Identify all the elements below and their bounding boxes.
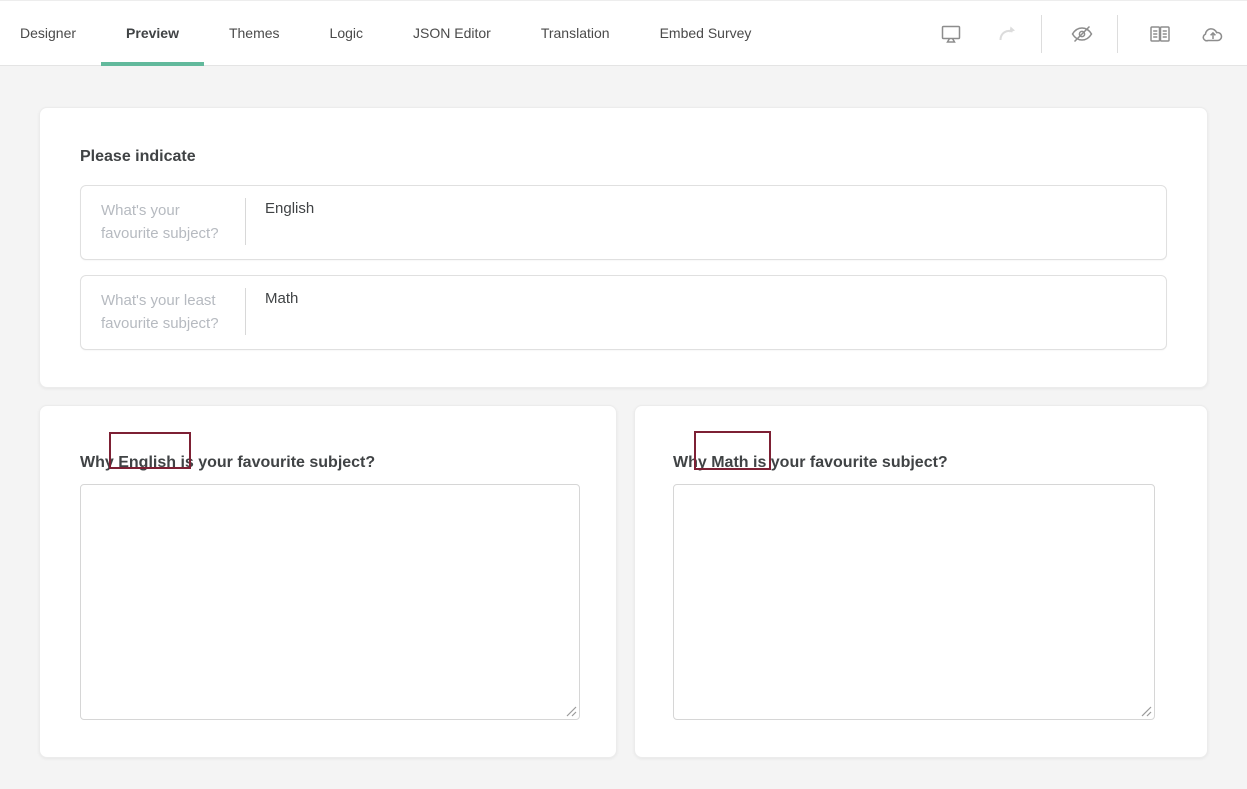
tab-preview[interactable]: Preview [101, 1, 204, 65]
tab-json-editor[interactable]: JSON Editor [388, 1, 516, 65]
panel-please-indicate: Please indicate What's your favourite su… [39, 107, 1208, 388]
tab-logic[interactable]: Logic [305, 1, 388, 65]
preview-toolbar [939, 1, 1225, 67]
question-title: Why Math is your favourite subject? [673, 446, 1169, 472]
device-preview-icon[interactable] [939, 22, 963, 46]
panel-title: Please indicate [80, 148, 1167, 166]
question-answer: English [246, 186, 1166, 259]
question-row-favourite-subject[interactable]: What's your favourite subject? English [80, 185, 1167, 260]
resize-grip-icon[interactable] [565, 704, 577, 716]
why-english-textarea[interactable] [80, 484, 580, 720]
question-label: What's your least favourite subject? [81, 276, 245, 349]
question-title: Why English is your favourite subject? [80, 446, 576, 472]
redo-icon [996, 22, 1020, 46]
question-row-least-favourite-subject[interactable]: What's your least favourite subject? Mat… [80, 275, 1167, 350]
table-of-contents-icon[interactable] [1148, 22, 1172, 46]
creator-tab-bar: Designer Preview Themes Logic JSON Edito… [0, 0, 1247, 66]
tab-designer[interactable]: Designer [0, 1, 101, 65]
panel-why-english: Why English is your favourite subject? [39, 405, 617, 758]
upload-icon[interactable] [1201, 22, 1225, 46]
toolbar-divider [1117, 15, 1118, 53]
panel-why-math: Why Math is your favourite subject? [634, 405, 1208, 758]
tab-list: Designer Preview Themes Logic JSON Edito… [0, 1, 776, 65]
question-label: What's your favourite subject? [81, 186, 245, 259]
resize-grip-icon[interactable] [1140, 704, 1152, 716]
why-math-textarea[interactable] [673, 484, 1155, 720]
tab-themes[interactable]: Themes [204, 1, 305, 65]
tab-translation[interactable]: Translation [516, 1, 635, 65]
tab-embed-survey[interactable]: Embed Survey [635, 1, 777, 65]
question-answer: Math [246, 276, 1166, 349]
hide-invisible-elements-icon[interactable] [1070, 22, 1094, 46]
toolbar-divider [1041, 15, 1042, 53]
